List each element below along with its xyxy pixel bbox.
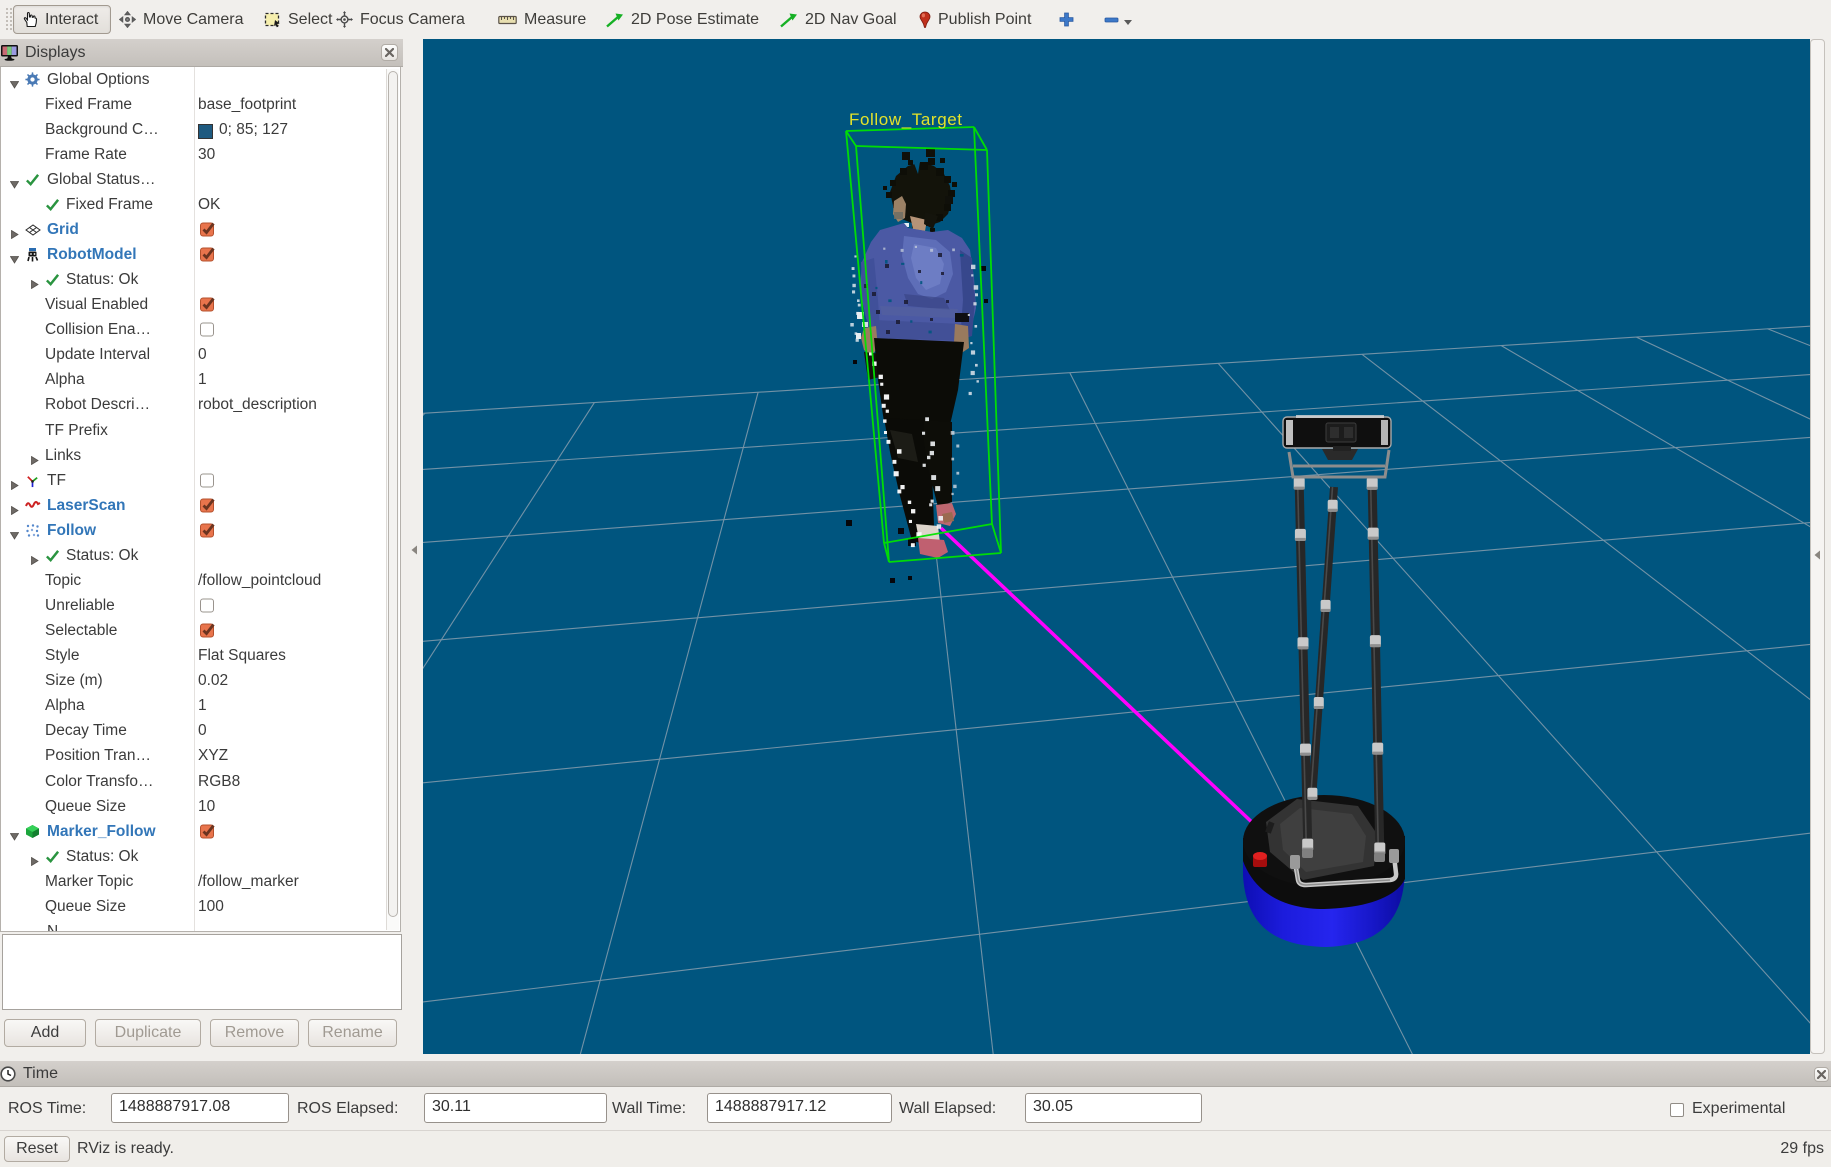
svg-text:Follow_Target: Follow_Target	[849, 110, 963, 129]
